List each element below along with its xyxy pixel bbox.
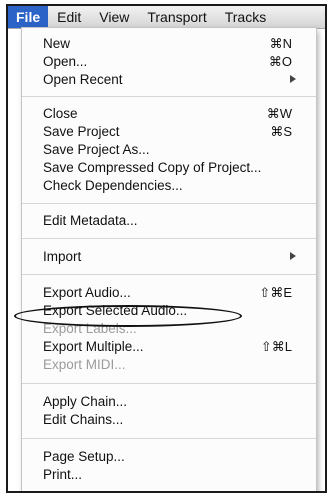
menu-item-export-audio[interactable]: Export Audio... ⇧⌘E xyxy=(22,284,316,301)
menu-item-label: Check Dependencies... xyxy=(43,178,183,193)
menu-item-open-recent[interactable]: Open Recent xyxy=(22,71,316,88)
menu-item-edit-metadata[interactable]: Edit Metadata... xyxy=(22,212,316,229)
submenu-arrow-icon xyxy=(290,252,296,260)
menu-item-label: Open... xyxy=(43,54,88,69)
shortcut-text: ⇧⌘L xyxy=(260,339,292,354)
menu-item-label: Page Setup... xyxy=(43,449,125,464)
menu-item-save-compressed-copy[interactable]: Save Compressed Copy of Project... xyxy=(22,159,316,176)
menu-item-label: New xyxy=(43,36,71,51)
menu-separator xyxy=(22,238,316,239)
shortcut-text: ⇧⌘E xyxy=(259,285,292,300)
menu-item-page-setup[interactable]: Page Setup... xyxy=(22,448,316,465)
menu-item-label: Export MIDI... xyxy=(43,357,126,372)
menu-item-label: Save Project As... xyxy=(43,142,150,157)
menu-tracks[interactable]: Tracks xyxy=(216,6,275,28)
menu-item-label: Edit Metadata... xyxy=(43,213,138,228)
menu-item-label: Export Multiple... xyxy=(43,339,144,354)
menu-item-label: Save Project xyxy=(43,124,120,139)
screenshot-frame: File Edit View Transport Tracks New ⌘N O… xyxy=(6,4,327,493)
menu-item-check-dependencies[interactable]: Check Dependencies... xyxy=(22,177,316,194)
menu-separator xyxy=(22,438,316,439)
menu-item-export-labels: Export Labels... xyxy=(22,320,316,337)
shortcut-text: ⌘N xyxy=(269,36,292,51)
submenu-arrow-icon xyxy=(290,75,296,83)
menu-item-label: Close xyxy=(43,106,78,121)
shortcut-text: ⌘S xyxy=(270,124,292,139)
menu-separator xyxy=(22,203,316,204)
menu-edit[interactable]: Edit xyxy=(48,6,90,28)
menu-item-label: Import xyxy=(43,249,82,264)
menu-bar: File Edit View Transport Tracks xyxy=(8,6,325,29)
menu-item-label: Save Compressed Copy of Project... xyxy=(43,160,262,175)
menu-view[interactable]: View xyxy=(90,6,138,28)
menu-item-label: Export Labels... xyxy=(43,321,137,336)
menu-item-label: Print... xyxy=(43,467,83,482)
menu-file[interactable]: File xyxy=(8,6,49,28)
menu-item-new[interactable]: New ⌘N xyxy=(22,35,316,52)
menu-item-import[interactable]: Import xyxy=(22,248,316,265)
menu-item-save-project[interactable]: Save Project ⌘S xyxy=(22,123,316,140)
menu-item-label: Export Audio... xyxy=(43,285,131,300)
menu-item-label: Edit Chains... xyxy=(43,412,124,427)
menu-item-apply-chain[interactable]: Apply Chain... xyxy=(22,393,316,410)
menu-item-export-selected-audio[interactable]: Export Selected Audio... xyxy=(22,302,316,319)
menu-item-label: Export Selected Audio... xyxy=(43,303,188,318)
menu-item-export-multiple[interactable]: Export Multiple... ⇧⌘L xyxy=(22,338,316,355)
menu-separator xyxy=(22,274,316,275)
menu-separator xyxy=(22,96,316,97)
menu-item-close[interactable]: Close ⌘W xyxy=(22,105,316,122)
menu-item-label: Apply Chain... xyxy=(43,394,128,409)
menu-separator xyxy=(22,383,316,384)
menu-transport[interactable]: Transport xyxy=(138,6,215,28)
menu-item-save-project-as[interactable]: Save Project As... xyxy=(22,141,316,158)
menu-item-export-midi: Export MIDI... xyxy=(22,356,316,373)
shortcut-text: ⌘W xyxy=(266,106,292,121)
menu-item-edit-chains[interactable]: Edit Chains... xyxy=(22,411,316,428)
menu-item-label: Open Recent xyxy=(43,72,123,87)
shortcut-text: ⌘O xyxy=(268,54,292,69)
menu-item-print[interactable]: Print... xyxy=(22,466,316,483)
file-menu-dropdown: New ⌘N Open... ⌘O Open Recent Close ⌘W S… xyxy=(22,28,316,491)
menu-item-open[interactable]: Open... ⌘O xyxy=(22,53,316,70)
